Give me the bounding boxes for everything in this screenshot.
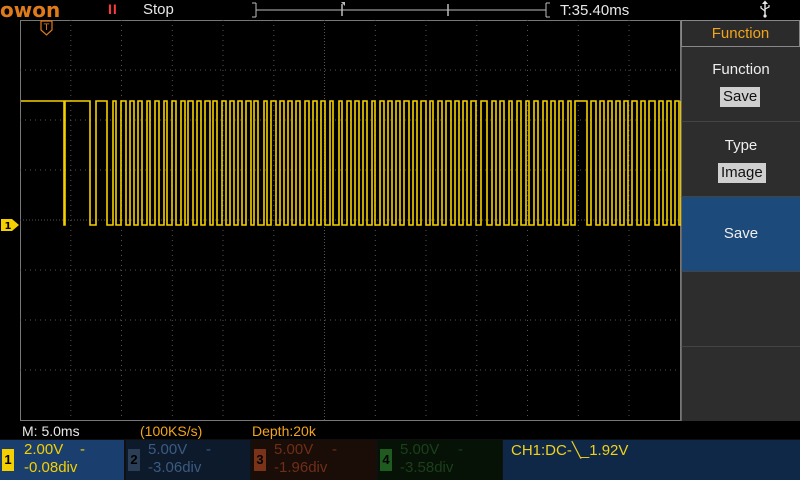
menu-title: Function — [681, 20, 800, 47]
ch4-volts: 5.00V — [400, 441, 440, 458]
acquisition-info-bar — [0, 421, 800, 439]
ch4-badge: 4 — [380, 449, 392, 471]
owon-logo: owon — [0, 0, 61, 22]
ch1-marker-label: 1 — [5, 221, 12, 232]
ch2-coupling: - — [206, 441, 211, 458]
ch3-volts: 5.00V — [274, 441, 314, 458]
ch1-volts: 2.00V — [24, 441, 64, 458]
run-status-text: Stop — [143, 1, 174, 18]
record-depth-readout: Depth:20k — [252, 423, 316, 439]
trigger-position-marker[interactable]: T — [40, 20, 53, 36]
ch2-volts: 5.00V — [148, 441, 188, 458]
usb-icon — [758, 0, 772, 21]
menu-item-type-label: Type — [724, 137, 758, 154]
ch1-offset: -0.08div — [24, 459, 78, 476]
waveform-display[interactable] — [20, 20, 681, 421]
ch2-badge: 2 — [128, 449, 140, 471]
ch1-badge: 1 — [2, 449, 14, 471]
menu-item-save-label: Save — [723, 225, 759, 242]
sample-rate-readout: (100KS/s) — [140, 423, 203, 439]
ch3-status[interactable]: 3 5.00V - -1.96div — [252, 440, 376, 480]
ch1-coupling: - — [80, 441, 85, 458]
ch3-offset: -1.96div — [274, 459, 328, 476]
trigger-settings-readout: CH1:DC-╲_1.92V — [511, 442, 629, 459]
menu-item-empty-4[interactable] — [681, 272, 800, 347]
menu-item-function[interactable]: Function Save — [681, 47, 800, 122]
ch1-status[interactable]: 1 2.00V - -0.08div — [0, 440, 124, 480]
ch1-level-marker[interactable]: 1 — [0, 218, 20, 232]
menu-item-save[interactable]: Save — [681, 197, 800, 272]
ch2-status[interactable]: 2 5.00V - -3.06div — [126, 440, 250, 480]
trigger-marker-label: T — [43, 23, 50, 33]
timebase-readout: M: 5.0ms — [22, 423, 80, 439]
menu-item-type[interactable]: Type Image — [681, 122, 800, 197]
menu-item-function-value: Save — [720, 87, 761, 107]
menu-item-empty-5[interactable] — [681, 347, 800, 422]
function-menu: Function Function Save Type Image Save — [681, 20, 800, 422]
ch2-offset: -3.06div — [148, 459, 202, 476]
memory-position-bar — [252, 2, 550, 18]
ch4-offset: -3.58div — [400, 459, 454, 476]
ch4-status[interactable]: 4 5.00V - -3.58div — [378, 440, 502, 480]
menu-item-type-value: Image — [718, 163, 766, 183]
ch3-badge: 3 — [254, 449, 266, 471]
ch4-coupling: - — [458, 441, 463, 458]
trigger-time-readout: T:35.40ms — [560, 2, 630, 19]
pause-icon[interactable]: II — [108, 1, 118, 17]
menu-item-function-label: Function — [712, 61, 770, 78]
ch3-coupling: - — [332, 441, 337, 458]
